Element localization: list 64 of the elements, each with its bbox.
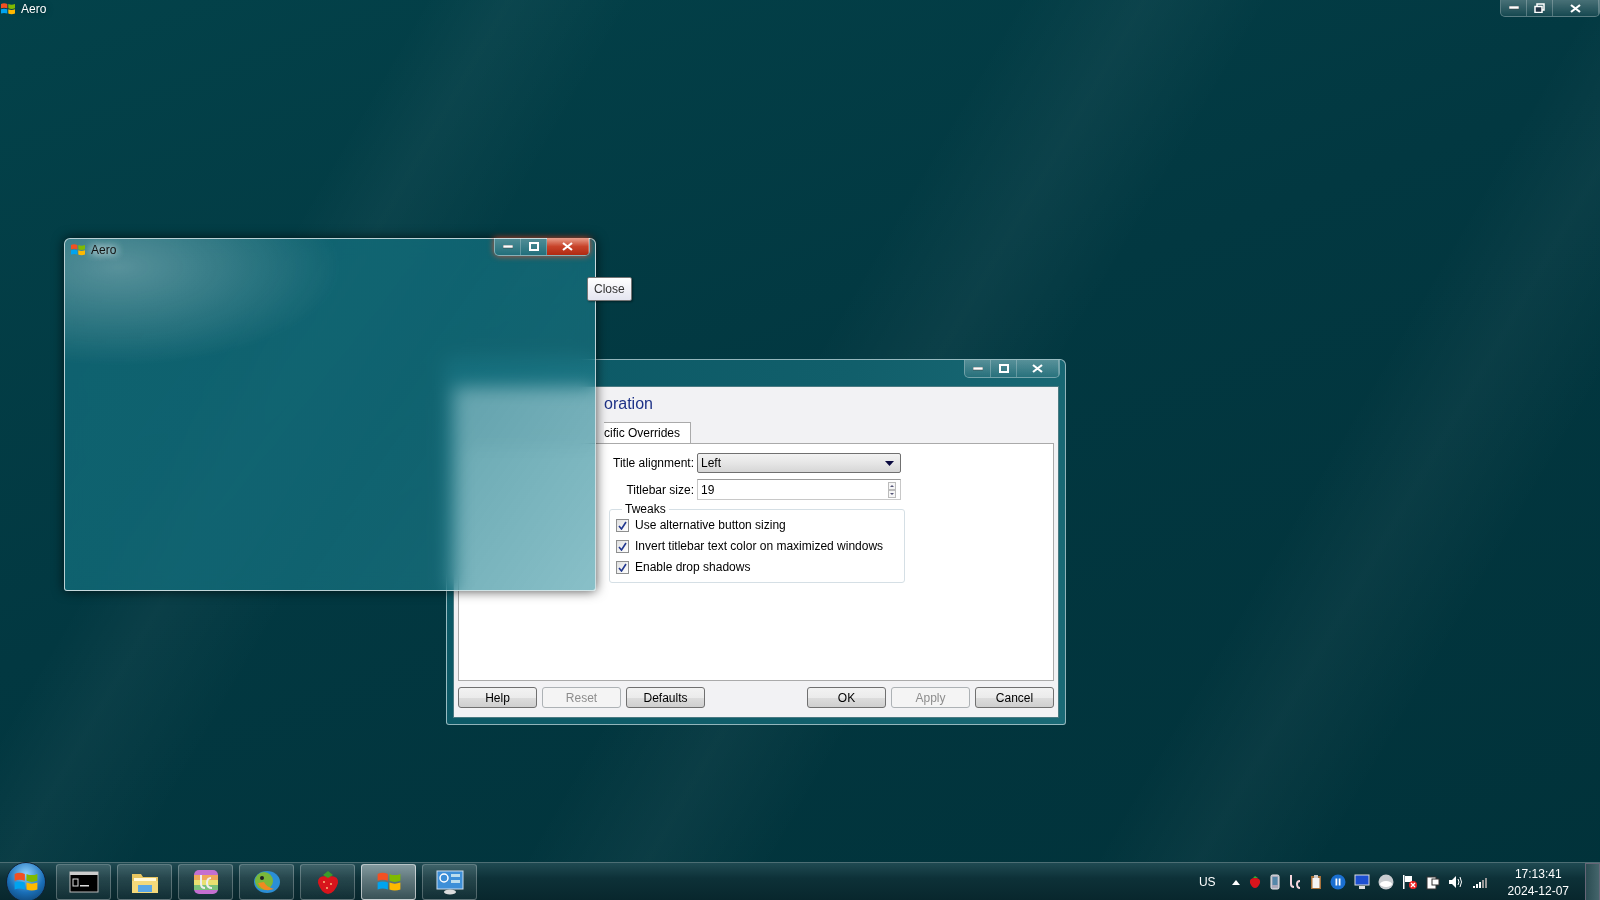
dialog-button[interactable]: Help	[458, 687, 537, 708]
windows-logo-icon	[70, 242, 86, 258]
checkbox-label: Invert titlebar text color on maximized windows	[635, 539, 884, 553]
maximize-button[interactable]	[991, 360, 1017, 377]
number-field[interactable]: 19	[697, 479, 901, 500]
clipboard-icon[interactable]	[1309, 874, 1322, 890]
checkbox[interactable]	[616, 560, 629, 574]
strawberry-icon[interactable]	[1247, 875, 1262, 889]
dialog-button[interactable]: Cancel	[975, 687, 1054, 708]
close-icon	[1570, 3, 1581, 13]
checkbox[interactable]	[616, 518, 629, 532]
field-label: Title alignment:	[613, 456, 694, 470]
caret-icon	[885, 460, 894, 466]
minimize-button[interactable]	[965, 360, 991, 377]
parrot-icon	[251, 869, 282, 895]
close-icon	[562, 242, 573, 251]
minimize-button[interactable]	[1501, 0, 1527, 16]
pause-icon[interactable]	[1329, 874, 1346, 890]
start-button[interactable]	[6, 862, 46, 900]
language-indicator[interactable]: US	[1198, 875, 1216, 889]
minimize-icon	[1508, 6, 1519, 10]
restore-icon	[1534, 3, 1545, 13]
taskbar-button[interactable]	[117, 864, 172, 900]
flag-icon[interactable]	[1401, 874, 1418, 890]
dropdown[interactable]: Left	[697, 453, 901, 473]
group-title: Tweaks	[624, 502, 667, 516]
dialog-button[interactable]: Defaults	[626, 687, 705, 708]
close-button[interactable]	[1017, 360, 1059, 377]
dialog-button[interactable]: OK	[807, 687, 886, 708]
taskbar-button[interactable]	[178, 864, 233, 900]
taskbar-button[interactable]	[239, 864, 294, 900]
close-button[interactable]	[547, 238, 589, 255]
clock-time: 17:13:41	[1514, 866, 1562, 881]
phone-icon[interactable]	[1269, 874, 1280, 890]
taskbar-button[interactable]	[56, 864, 111, 900]
window-title: Aero	[21, 2, 47, 16]
field-label: Titlebar size:	[626, 482, 694, 497]
close-icon	[1032, 364, 1043, 373]
maximize-icon	[528, 242, 539, 251]
checkbox-label: Use alternative button sizing	[635, 518, 786, 532]
clock-date: 2024-12-07	[1507, 883, 1569, 898]
control-panel-icon	[434, 869, 465, 895]
windows-logo-icon	[0, 1, 16, 17]
tooltip: Close	[587, 277, 632, 301]
signal-icon[interactable]	[1471, 875, 1488, 889]
maximize-button[interactable]	[521, 238, 547, 255]
caret-icon[interactable]	[1231, 879, 1240, 885]
spinner-arrows-icon	[888, 481, 896, 498]
checkbox-label: Enable drop shadows	[635, 560, 751, 574]
minimize-icon	[972, 366, 983, 371]
close-button[interactable]	[1553, 0, 1599, 16]
letters-icon[interactable]	[1287, 874, 1302, 890]
speaker-icon[interactable]	[1447, 875, 1464, 889]
checkbox[interactable]	[616, 539, 629, 553]
taskbar-button[interactable]	[422, 864, 477, 900]
window-title: Aero	[91, 243, 117, 257]
monitor-icon[interactable]	[1353, 874, 1370, 890]
minimize-button[interactable]	[495, 238, 521, 255]
restore-button[interactable]	[1527, 0, 1553, 16]
terminal-icon	[68, 869, 99, 895]
minimize-icon	[502, 244, 513, 249]
maximize-icon	[998, 364, 1009, 373]
dialog-heading: oration	[604, 395, 654, 414]
tab[interactable]: cific Overrides	[604, 422, 691, 444]
